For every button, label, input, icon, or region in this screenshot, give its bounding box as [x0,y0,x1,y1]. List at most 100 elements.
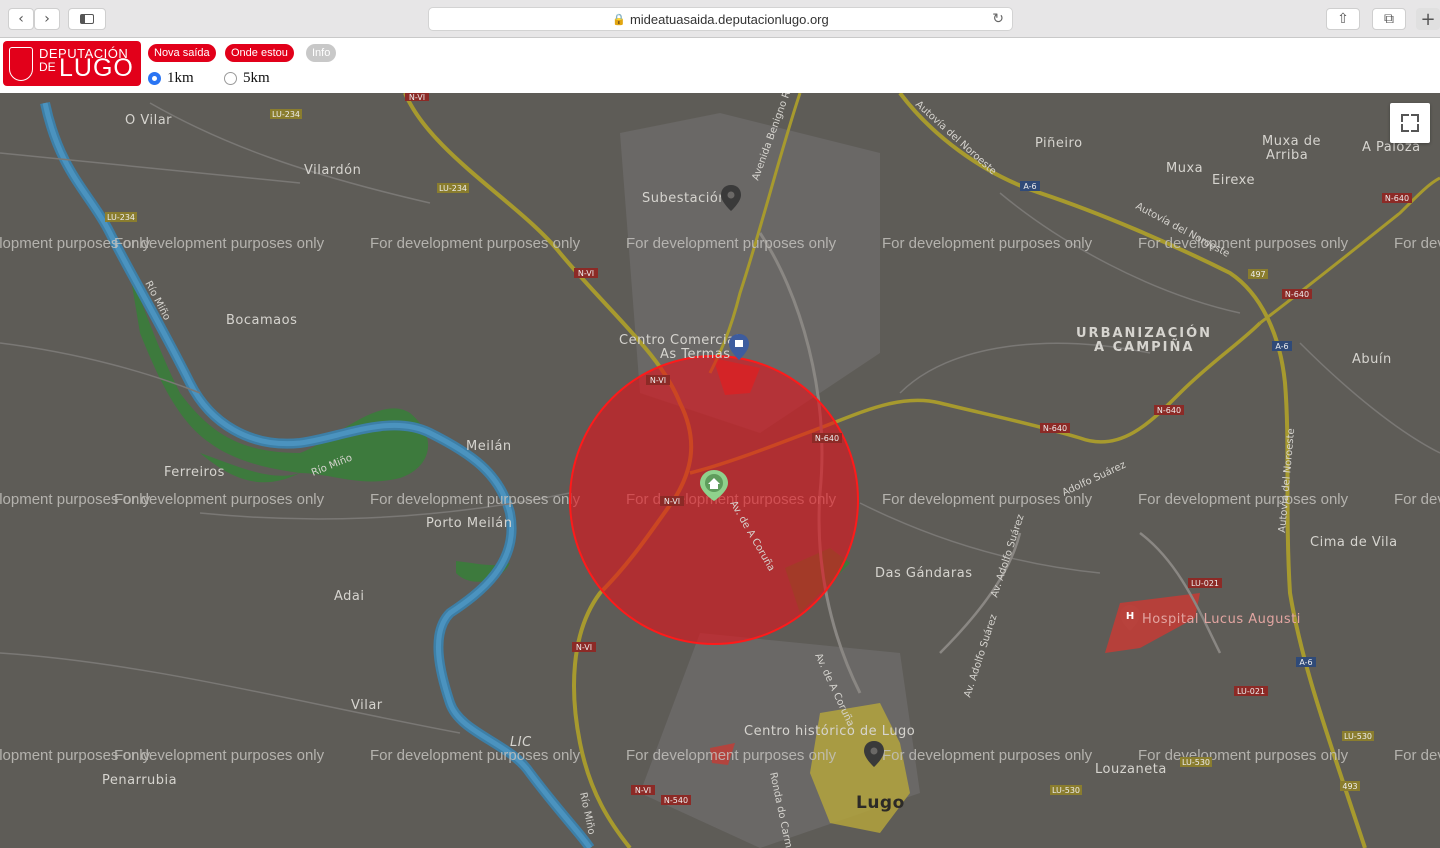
road-shield: N-VI [646,375,670,385]
logo-line3: LUGO [59,54,134,82]
place-label: Bocamaos [226,313,297,328]
place-label: Muxa de [1262,134,1321,149]
tabs-icon: ⧉ [1384,11,1394,27]
new-outing-button[interactable]: Nova saída [148,44,216,62]
place-label: Hospital Lucus Augusti [1142,612,1301,627]
back-button[interactable]: ‹ [8,8,34,30]
info-button[interactable]: Info [306,44,337,62]
road-shield: LU-234 [105,212,137,222]
road-name: Av. Adolfo Suárez [961,613,999,699]
svg-text:LU-021: LU-021 [1191,579,1219,588]
svg-text:N-640: N-640 [1385,194,1409,203]
road-name: Adolfo Suárez [1060,459,1127,499]
place-label: Meilán [466,439,512,454]
app-header: DEPUTACIÓN DE LUGO Nova saída Onde estou… [0,38,1440,93]
svg-text:N-640: N-640 [1043,424,1067,433]
place-label: Piñeiro [1035,136,1083,151]
road-shield: N-640 [1382,193,1412,203]
watermark-text: For development purposes only [370,235,581,252]
watermark-text: For development purposes only [626,747,837,764]
address-bar[interactable]: 🔒 mideatuasaida.deputacionlugo.org ↻ [428,7,1013,31]
road-shield: A-6 [1272,341,1292,351]
new-tab-button[interactable]: + [1416,8,1440,30]
road-shield: 497 [1248,269,1268,279]
watermark-text: For development purposes only [370,491,581,508]
chevron-left-icon: ‹ [18,11,24,27]
svg-text:N-540: N-540 [664,796,688,805]
fullscreen-button[interactable] [1390,103,1430,143]
radio-1km[interactable] [148,72,161,85]
place-label: Das Gándaras [875,566,972,581]
svg-text:N-VI: N-VI [576,643,592,652]
place-label: Eirexe [1212,173,1255,188]
watermark-text: For development purposes only [114,747,325,764]
svg-text:N-VI: N-VI [650,376,666,385]
watermark-text: For development purposes only [882,491,1093,508]
radius-option-5km[interactable]: 5km [224,70,270,87]
share-button[interactable]: ⇧ [1326,8,1360,30]
forward-button[interactable]: › [34,8,60,30]
coat-of-arms-icon [9,47,33,81]
road-shield: N-VI [660,496,684,506]
road-shield: A-6 [1020,181,1040,191]
road-shield: N-VI [572,642,596,652]
place-label: Penarrubia [102,773,177,788]
svg-text:A-6: A-6 [1299,658,1312,667]
place-label: Subestación [642,191,727,206]
tabs-button[interactable]: ⧉ [1372,8,1406,30]
url-text: mideatuasaida.deputacionlugo.org [629,11,829,27]
svg-text:LU-530: LU-530 [1052,786,1080,795]
watermark-text: For development purposes only [1394,235,1440,252]
map-view[interactable]: For development purposes only For develo… [0,93,1440,848]
where-am-i-button[interactable]: Onde estou [225,44,294,62]
watermark-text: For development purposes only [882,747,1093,764]
radio-5km[interactable] [224,72,237,85]
svg-text:493: 493 [1342,782,1357,791]
road-name: Av. Adolfo Suárez [988,513,1026,599]
place-label: O Vilar [125,113,172,128]
road-shield: LU-021 [1234,686,1268,696]
place-label: Centro histórico de Lugo [744,724,915,739]
share-icon: ⇧ [1337,11,1349,27]
road-shield: N-640 [1282,289,1312,299]
road-shield: LU-530 [1342,731,1374,741]
place-label: Muxa [1166,161,1203,176]
road-shield: N-540 [661,795,691,805]
road-name: Autovía del Noroeste [1276,428,1297,533]
place-label: Porto Meilán [426,516,513,531]
svg-text:LU-234: LU-234 [107,213,135,222]
road-shield: A-6 [1296,657,1316,667]
road-shield: N-640 [1040,423,1070,433]
svg-text:LU-234: LU-234 [439,184,467,193]
svg-text:H: H [1126,611,1134,622]
watermark-text: For development purposes only [626,235,837,252]
deputacion-lugo-logo[interactable]: DEPUTACIÓN DE LUGO [3,41,141,86]
place-label: As Termas [660,347,731,362]
place-label: Louzaneta [1095,762,1167,777]
radio-5km-label: 5km [243,70,270,86]
radius-option-1km[interactable]: 1km [148,70,194,87]
sidebar-button[interactable] [68,8,106,30]
reload-icon[interactable]: ↻ [992,11,1004,27]
place-label: Arriba [1266,148,1308,163]
place-label: Abuín [1352,352,1392,367]
road-shield: N-640 [812,433,842,443]
road-shield: N-VI [574,268,598,278]
place-label: Ferreiros [164,465,225,480]
place-label: Lugo [856,793,905,813]
svg-text:497: 497 [1250,270,1265,279]
lock-icon: 🔒 [612,13,626,26]
place-label: Vilar [351,698,383,713]
watermark-text: For development purposes only [1394,491,1440,508]
map-canvas: For development purposes only For develo… [0,93,1440,848]
road-shield: N-VI [631,785,655,795]
watermark-text: For development purposes only [882,235,1093,252]
logo-line2: DE [39,60,56,74]
browser-toolbar: ‹ › 🔒 mideatuasaida.deputacionlugo.org ↻… [0,0,1440,38]
svg-text:N-640: N-640 [815,434,839,443]
place-label: Adai [334,589,365,604]
svg-text:N-VI: N-VI [578,269,594,278]
watermark-text: For development purposes only [114,491,325,508]
radio-1km-label: 1km [167,70,194,86]
watermark-text: For development purposes only [1138,491,1349,508]
